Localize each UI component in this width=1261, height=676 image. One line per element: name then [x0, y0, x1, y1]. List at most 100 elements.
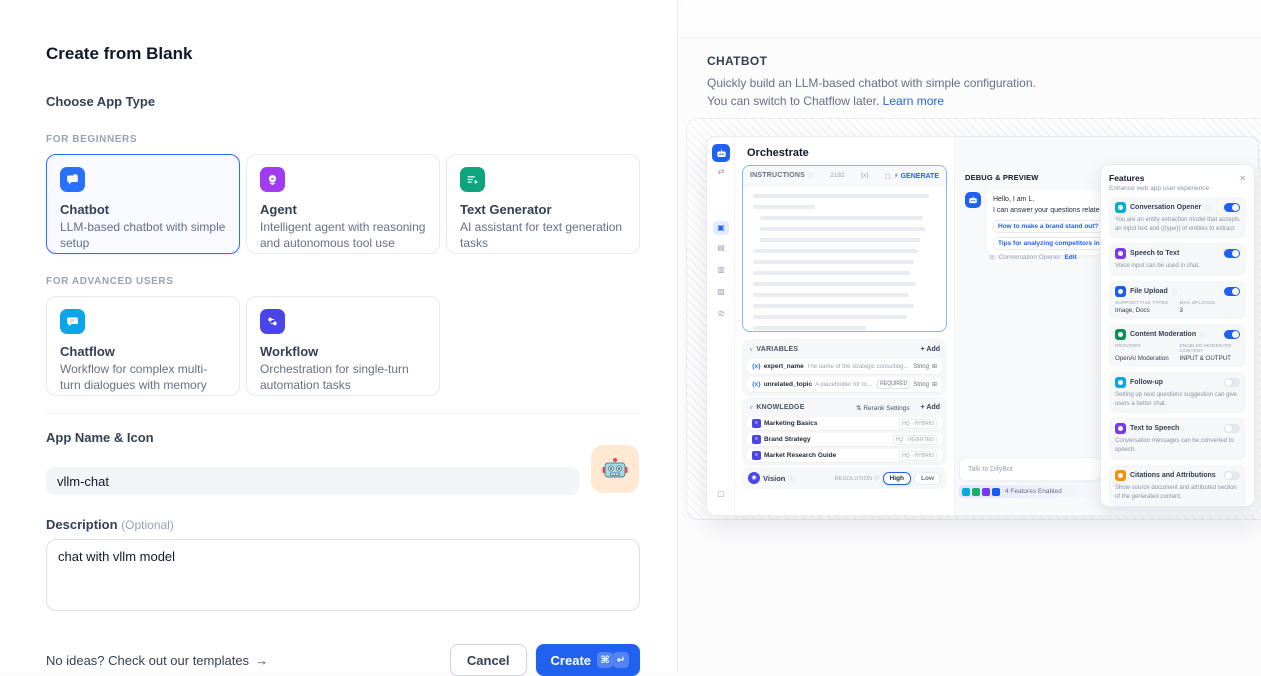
variable-settings-icon: ⊞ [932, 381, 937, 388]
modal-footer: No ideas? Check out our templates → Canc… [46, 644, 640, 676]
app-name-input[interactable] [46, 467, 579, 495]
resolution-high-option: High [883, 472, 911, 485]
description-label: Description (Optional) [46, 517, 639, 532]
cancel-button[interactable]: Cancel [450, 644, 527, 676]
preview-pane: CHATBOT Quickly build an LLM-based chatb… [679, 0, 1261, 672]
file-upload-icon [1115, 286, 1126, 297]
rerank-settings-button: ⇅ Rerank Settings [856, 404, 910, 412]
variable-row: {x} unrelated_topic A placeholder for to… [747, 377, 942, 392]
app-icon-picker[interactable] [591, 445, 639, 493]
mock-greeting-bubble: Hello, I am L. I can answer your questio… [987, 190, 1101, 255]
close-icon: ✕ [1239, 174, 1246, 183]
mock-nav-icon: ⊘ [707, 309, 735, 318]
advanced-app-type-grid: Chatflow Workflow for complex multi-turn… [46, 296, 639, 396]
feature-card-conversation-opener: Conversation Opener ⓘ You are an entity … [1109, 197, 1246, 238]
toggle-on [1224, 203, 1240, 212]
description-textarea[interactable]: chat with vllm model [46, 539, 640, 611]
preview-description: Quickly build an LLM-based chatbot with … [707, 74, 1059, 110]
templates-link[interactable]: No ideas? Check out our templates → [46, 653, 268, 668]
mock-title: Orchestrate [747, 147, 809, 159]
toggle-off [1224, 471, 1240, 480]
app-type-name: Text Generator [460, 202, 626, 217]
info-icon: ⓘ [1200, 331, 1206, 339]
opener-icon: ◎ [989, 253, 995, 261]
mock-nav-icon: ▥ [707, 265, 735, 274]
toggle-on [1224, 330, 1240, 339]
app-type-description: Intelligent agent with reasoning and aut… [260, 220, 426, 251]
chevron-down-icon: ∨ [749, 346, 753, 353]
preview-illustration-box: ⇄ ▣ ▤ ▥ ▧ ⊘ ▢ Orchestrate GPT-4o CHAT ◦◦… [686, 118, 1261, 520]
required-badge: REQUIRED [877, 380, 910, 389]
cmd-key-icon: ⌘ [597, 652, 613, 668]
variable-icon: {x} [752, 381, 761, 388]
variable-row: {x} expert_name The name of the strategi… [747, 359, 942, 374]
copy-icon: ▢ [885, 172, 891, 180]
suggested-question: How to make a brand stand out? [993, 220, 1101, 233]
app-type-card-workflow[interactable]: Workflow Orchestration for single-turn a… [246, 296, 440, 396]
app-type-card-text-generator[interactable]: Text Generator AI assistant for text gen… [446, 154, 640, 254]
toggle-off [1224, 424, 1240, 433]
mock-nav-icon: ▤ [707, 243, 735, 252]
feature-card-follow-up: Follow-up Setting up next questions sugg… [1109, 372, 1246, 413]
app-type-description: Orchestration for single-turn automation… [260, 362, 426, 393]
toggle-on [1224, 249, 1240, 258]
info-icon: ⓘ [808, 171, 814, 180]
app-name-label: App Name & Icon [46, 430, 639, 445]
app-type-card-chatbot[interactable]: Chatbot LLM-based chatbot with simple se… [46, 154, 240, 254]
mock-nav-icon: ▧ [707, 287, 735, 296]
app-type-description: LLM-based chatbot with simple setup [60, 220, 226, 251]
page-title: Create from Blank [46, 44, 639, 64]
resolution-low-option: Low [914, 472, 941, 485]
text-to-speech-icon [1115, 423, 1126, 434]
microphone-icon [1115, 248, 1126, 259]
citations-icon [1115, 470, 1126, 481]
mock-chat-input: Talk to DifyBot [959, 457, 1101, 481]
app-type-card-agent[interactable]: Agent Intelligent agent with reasoning a… [246, 154, 440, 254]
enter-key-icon: ↵ [613, 652, 629, 668]
mock-app-icon [712, 144, 730, 162]
app-name-row [46, 445, 639, 497]
vision-eye-icon: ◉ [748, 472, 760, 484]
app-screenshot-mock: ⇄ ▣ ▤ ▥ ▧ ⊘ ▢ Orchestrate GPT-4o CHAT ◦◦… [706, 136, 1259, 516]
info-icon: ⓘ [1205, 204, 1211, 212]
generate-button: ⚡ GENERATE [894, 172, 939, 180]
chat-bubble-icon [60, 167, 85, 192]
toggle-off [1224, 378, 1240, 387]
create-button[interactable]: Create ⌘ ↵ [536, 644, 640, 676]
app-type-description: Workflow for complex multi-turn dialogue… [60, 362, 226, 393]
feature-dot-icon [982, 488, 990, 496]
robot-emoji-icon [601, 455, 629, 483]
for-advanced-users-label: FOR ADVANCED USERS [46, 276, 639, 287]
app-type-name: Workflow [260, 344, 426, 359]
section-divider [46, 413, 639, 414]
create-from-blank-modal: Create from Blank Choose App Type FOR BE… [0, 0, 678, 672]
app-type-description: AI assistant for text generation tasks [460, 220, 626, 251]
feature-dot-icon [962, 488, 970, 496]
feature-card-file-upload: File Upload ⓘ SUPPORT FILE TYPES MAX UPL… [1109, 281, 1246, 319]
feature-card-citations: Citations and Attributions Show source d… [1109, 465, 1246, 506]
document-icon: ≡ [752, 435, 761, 444]
arrow-right-icon: → [255, 653, 268, 668]
preview-pane-header [679, 0, 1261, 38]
mock-vision-row: ◉ Vision ⓘ RESOLUTION ⓘ High Low [742, 467, 947, 489]
suggested-question: Tips for analyzing competitors in market [993, 237, 1101, 250]
knowledge-row: ≡ Market Research Guide HQ · HYBRID [747, 449, 942, 462]
workflow-icon [260, 309, 285, 334]
agent-robot-icon [260, 167, 285, 192]
variable-icon: {x} [752, 363, 761, 370]
document-icon: ≡ [752, 419, 761, 428]
chevron-down-icon: ∨ [749, 404, 753, 411]
feature-dot-icon [972, 488, 980, 496]
beginner-app-type-grid: Chatbot LLM-based chatbot with simple se… [46, 154, 639, 254]
app-type-card-chatflow[interactable]: Chatflow Workflow for complex multi-turn… [46, 296, 240, 396]
variable-settings-icon: ⊞ [932, 363, 937, 370]
mock-variables-panel: ∨ VARIABLES + Add {x} expert_name The na… [742, 339, 947, 396]
chatflow-icon [60, 309, 85, 334]
for-beginners-label: FOR BEGINNERS [46, 134, 639, 145]
mock-sidebar [707, 137, 735, 516]
learn-more-link[interactable]: Learn more [883, 94, 944, 108]
mock-features-panel: Features ✕ Enhance web app user experien… [1100, 164, 1255, 507]
toggle-on [1224, 287, 1240, 296]
info-icon: ⓘ [1172, 288, 1178, 296]
app-type-name: Chatbot [60, 202, 226, 217]
